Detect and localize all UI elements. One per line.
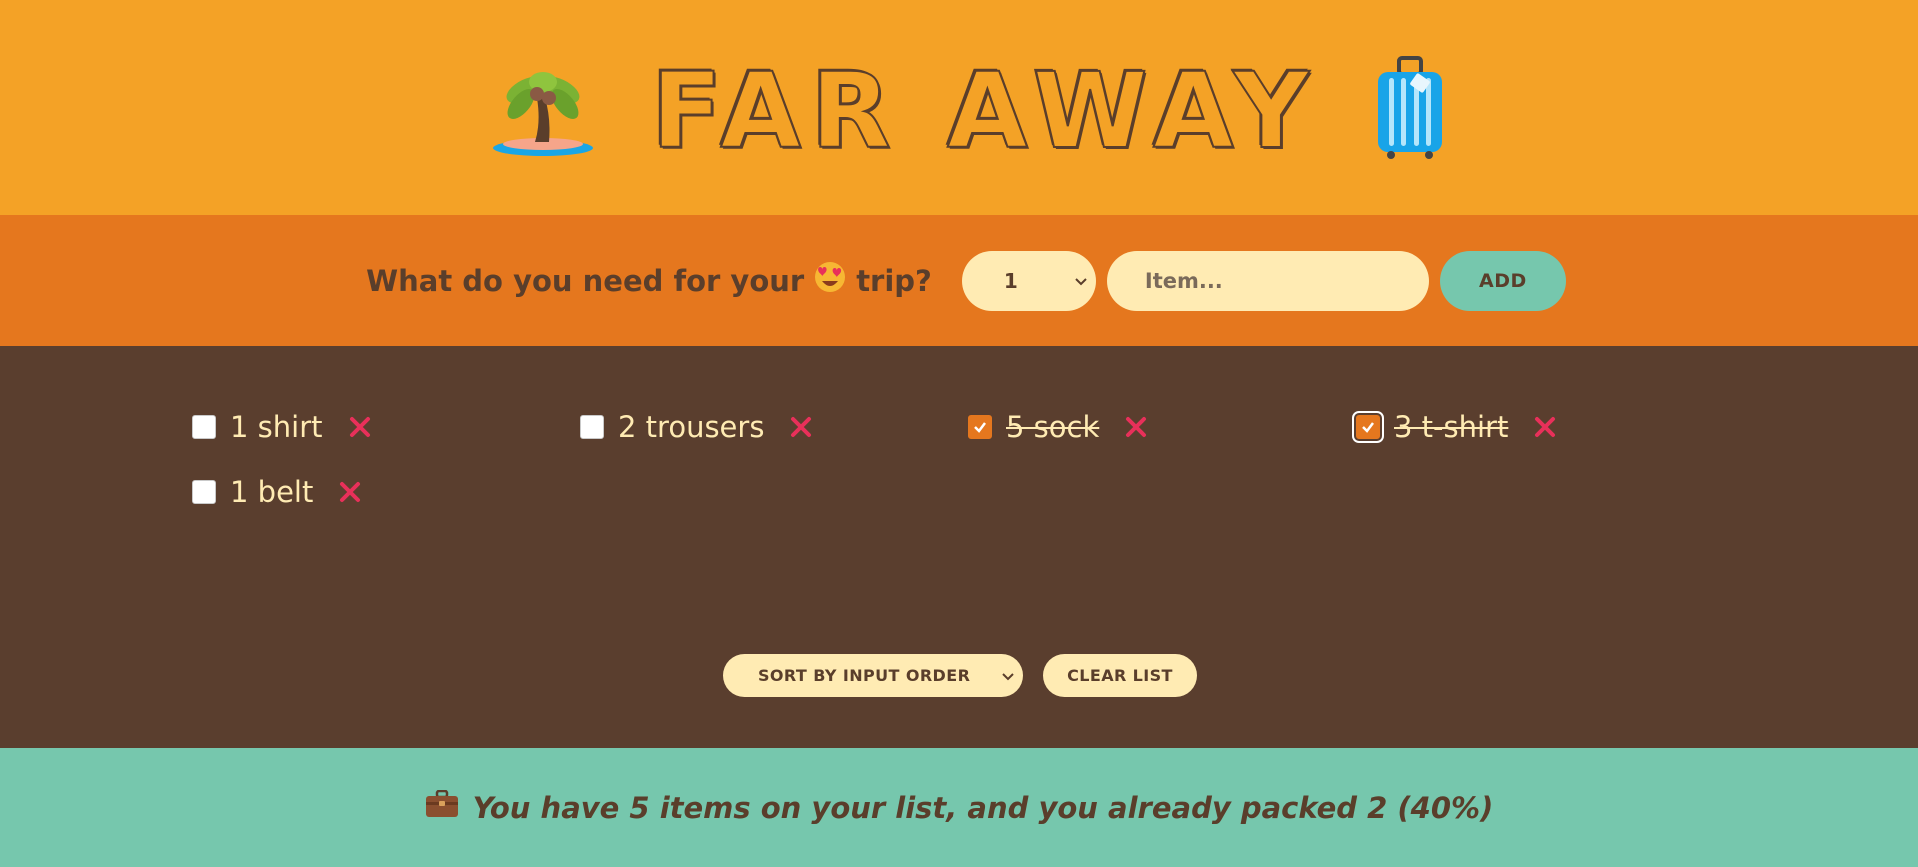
chevron-down-icon bbox=[1075, 277, 1087, 285]
delete-item-button[interactable] bbox=[788, 414, 814, 440]
close-icon bbox=[791, 416, 812, 437]
stats-footer: You have 5 items on your list, and you a… bbox=[0, 748, 1918, 867]
packed-checkbox[interactable] bbox=[192, 414, 216, 439]
luggage-icon bbox=[1375, 55, 1445, 160]
chevron-down-icon bbox=[1002, 672, 1014, 680]
delete-item-button[interactable] bbox=[1123, 414, 1149, 440]
item-label: 3 t-shirt bbox=[1394, 409, 1509, 444]
quantity-select[interactable]: 1 bbox=[961, 250, 1096, 311]
header-inner: FAR AWAY bbox=[491, 49, 1445, 172]
header: FAR AWAY bbox=[0, 0, 1918, 215]
packed-checkbox[interactable] bbox=[192, 479, 216, 504]
item-input[interactable] bbox=[1106, 250, 1429, 311]
form-question: What do you need for your trip? bbox=[366, 261, 932, 300]
quantity-value: 1 bbox=[1003, 268, 1018, 293]
list-item: 3 t-shirt bbox=[1352, 404, 1744, 449]
packed-checkbox[interactable] bbox=[1352, 410, 1384, 443]
list-item: 1 shirt bbox=[192, 404, 580, 449]
list-item: 1 belt bbox=[192, 469, 580, 514]
delete-item-button[interactable] bbox=[337, 479, 363, 505]
list-item: 5 sock bbox=[968, 404, 1356, 449]
delete-item-button[interactable] bbox=[1532, 414, 1558, 440]
stats-text: You have 5 items on your list, and you a… bbox=[472, 790, 1494, 825]
sort-select[interactable]: SORT BY INPUT ORDER bbox=[723, 654, 1023, 697]
list-item: 2 trousers bbox=[580, 404, 968, 449]
close-icon bbox=[1535, 416, 1556, 437]
close-icon bbox=[1126, 416, 1147, 437]
add-item-form: What do you need for your trip? 1 ADD bbox=[0, 215, 1918, 346]
item-label: 5 sock bbox=[1006, 409, 1100, 444]
packed-checkbox[interactable] bbox=[580, 414, 604, 439]
items-grid: 1 shirt 2 trousers 5 sock 3 t-shirt 1 belt bbox=[192, 404, 1752, 514]
form-question-prefix: What do you need for your bbox=[366, 263, 805, 298]
app-title: FAR AWAY bbox=[650, 49, 1319, 172]
checkmark-icon bbox=[974, 421, 986, 433]
list-actions-row: SORT BY INPUT ORDER CLEAR LIST bbox=[723, 654, 1197, 697]
item-label: 1 shirt bbox=[230, 409, 323, 444]
packed-checkbox[interactable] bbox=[968, 414, 992, 439]
stats-text-row: You have 5 items on your list, and you a… bbox=[425, 789, 1494, 825]
item-label: 1 belt bbox=[230, 474, 314, 509]
close-icon bbox=[340, 481, 361, 502]
sort-value: SORT BY INPUT ORDER bbox=[758, 666, 971, 685]
heart-eyes-emoji-icon bbox=[814, 261, 846, 300]
palm-island-icon bbox=[491, 58, 595, 158]
clear-list-button[interactable]: CLEAR LIST bbox=[1043, 654, 1197, 697]
delete-item-button[interactable] bbox=[347, 414, 373, 440]
add-button[interactable]: ADD bbox=[1439, 250, 1566, 311]
checkmark-icon bbox=[1362, 421, 1374, 433]
form-question-suffix: trip? bbox=[856, 263, 932, 298]
item-label: 2 trousers bbox=[618, 409, 765, 444]
briefcase-icon bbox=[425, 789, 459, 825]
close-icon bbox=[349, 416, 370, 437]
app-root: FAR AWAY What do you need for your trip?… bbox=[0, 0, 1918, 867]
